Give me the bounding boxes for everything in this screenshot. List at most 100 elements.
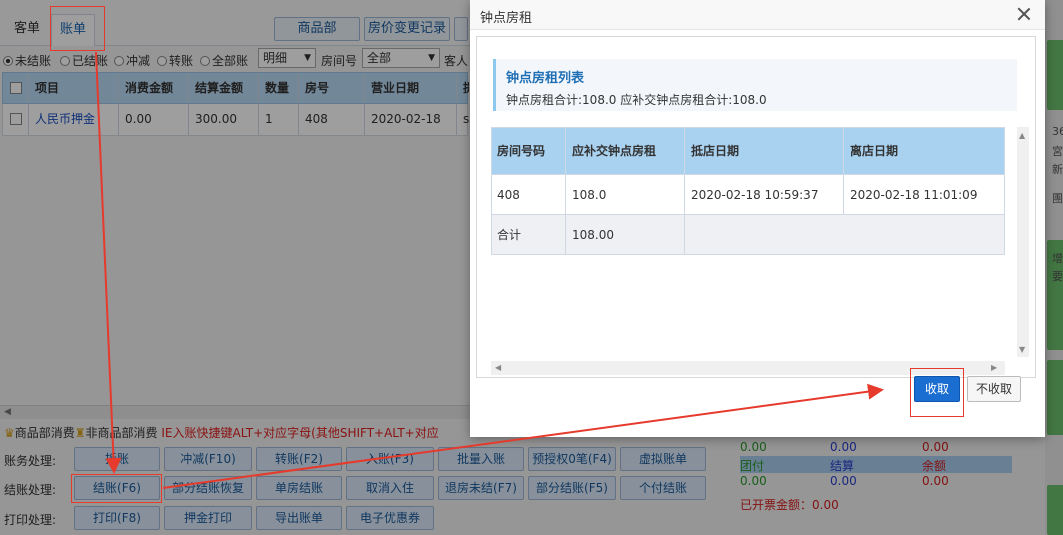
dropdown-caret-icon: ▼ [304,53,311,63]
export-bill-button[interactable]: 导出账单 [256,506,342,530]
partial-checkout-button[interactable]: 部分结账(F5) [528,476,616,500]
partial-checkout-restore-button[interactable]: 部分结账恢复 [164,476,252,500]
cell-item[interactable]: 人民币押金 [29,104,119,135]
transfer-button[interactable]: 转账(F2) [256,447,342,471]
balance-label: 余额 [922,459,947,473]
close-icon[interactable] [1015,5,1033,23]
side-tab-4[interactable] [1047,485,1063,535]
col-item[interactable]: 项目 [29,73,119,103]
table-row[interactable]: 408 108.0 2020-02-18 10:59:37 2020-02-18… [491,175,1005,215]
print-processing-label: 打印处理: [4,513,57,527]
checkout-button[interactable]: 结账(F6) [74,476,160,500]
total-empty-cell [685,215,1005,254]
scroll-down-icon[interactable]: ▼ [1019,345,1025,354]
scroll-up-icon[interactable]: ▲ [1019,131,1025,140]
cell-room-no: 408 [299,104,365,135]
side-text-3: 新 [1052,163,1063,176]
total-top-3: 0.00 [922,440,949,454]
table-header-row: 房间号码 应补交钟点房租 抵店日期 离店日期 [491,127,1005,175]
room-rate-change-log-button[interactable]: 房价变更记录 [364,17,450,41]
total-label: 合计 [491,215,566,254]
deposit-print-button[interactable]: 押金打印 [164,506,252,530]
checkout-processing-label: 结账处理: [4,483,57,497]
e-coupon-button[interactable]: 电子优惠券 [346,506,434,530]
total-value: 108.00 [566,215,685,254]
pre-auth-button[interactable]: 预授权0笔(F4) [528,447,616,471]
total-bottom-2: 0.00 [830,474,857,488]
table-vertical-scrollbar[interactable]: ▲ ▼ [1017,127,1029,357]
bill-filters: 未结账 已结账 冲减 转账 全部账 明细 ▼ 房间号 全部 ▼ 客人 [0,48,470,70]
virtual-bill-button[interactable]: 虚拟账单 [620,447,706,471]
offset-button[interactable]: 冲减(F10) [164,447,252,471]
row-select-cell[interactable] [3,104,29,135]
col-quantity[interactable]: 数量 [259,73,299,103]
tab-account-bill[interactable]: 账单 [51,14,96,46]
list-title: 钟点房租列表 [506,71,585,86]
scroll-right-icon[interactable]: ▶ [991,363,997,372]
select-all-cell[interactable] [3,73,29,103]
side-text-6: 要 [1052,270,1063,283]
filter-unsettled[interactable]: 未结账 [3,52,51,69]
goods-dept-button[interactable]: 商品部 [274,17,360,41]
dropdown-caret-icon: ▼ [428,53,435,63]
shortcut-hint: IE入账快捷键ALT+对应字母(其他SHIFT+ALT+对应 [161,426,439,440]
single-room-checkout-button[interactable]: 单房结账 [256,476,342,500]
group-pay-label: 团付 [740,459,765,473]
checkbox-icon[interactable] [10,113,22,125]
col-consume-amount[interactable]: 消费金额 [119,73,189,103]
split-bill-button[interactable]: 拆账 [74,447,160,471]
room-select[interactable]: 全部 ▼ [362,48,440,68]
checkout-unsettled-button[interactable]: 退房未结(F7) [438,476,524,500]
dialog-content-panel: 钟点房租列表 钟点房租合计:108.0 应补交钟点房租合计:108.0 房间号码… [476,36,1036,378]
filter-transfer[interactable]: 转账 [157,52,193,69]
col-settle-amount[interactable]: 结算金额 [189,73,259,103]
col-more[interactable]: 提 [457,73,469,103]
col-hourly-rent-due[interactable]: 应补交钟点房租 [566,127,685,174]
col-room-number[interactable]: 房间号码 [491,127,566,174]
hourly-rent-info-box: 钟点房租列表 钟点房租合计:108.0 应补交钟点房租合计:108.0 [493,59,1017,111]
total-top-2: 0.00 [830,440,857,454]
bill-grid-header: 项目 消费金额 结算金额 数量 房号 营业日期 提 [2,72,469,104]
cancel-checkin-button[interactable]: 取消入住 [346,476,434,500]
table-row[interactable]: 人民币押金 0.00 300.00 1 408 2020-02-18 s [2,104,469,136]
invoiced-amount: 已开票金额：0.00 [740,498,839,512]
radio-off-icon [114,56,124,66]
summary-text: 钟点房租合计:108.0 应补交钟点房租合计:108.0 [506,93,767,107]
table-horizontal-scrollbar[interactable]: ◀ ▶ [491,361,1005,375]
account-processing-label: 账务处理: [4,454,57,468]
post-charge-button[interactable]: 入账(F3) [346,447,434,471]
total-bottom-3: 0.00 [922,474,949,488]
cell-room-number: 408 [491,175,566,214]
cell-settle-amount: 300.00 [189,104,259,135]
side-tab-3[interactable] [1047,360,1063,435]
filter-offset[interactable]: 冲减 [114,52,150,69]
collect-button[interactable]: 收取 [914,376,960,402]
side-text-1: 36 [1052,125,1063,138]
individual-pay-checkout-button[interactable]: 个付结账 [620,476,706,500]
checkbox-icon[interactable] [10,82,22,94]
total-bottom-1: 0.00 [740,474,767,488]
not-collect-button[interactable]: 不收取 [967,376,1021,402]
col-departure-date[interactable]: 离店日期 [844,127,1005,174]
col-arrival-date[interactable]: 抵店日期 [685,127,844,174]
col-business-date[interactable]: 营业日期 [365,73,457,103]
legend-goods: 商品部消费 [14,426,75,440]
scroll-left-icon[interactable]: ◀ [4,407,11,417]
room-no-label: 房间号 [321,54,358,68]
detail-select[interactable]: 明细 ▼ [258,48,316,68]
side-text-5: 增 [1052,252,1063,265]
filter-all[interactable]: 全部账 [200,52,248,69]
print-button[interactable]: 打印(F8) [74,506,160,530]
scroll-left-icon[interactable]: ◀ [495,363,501,372]
more-top-button[interactable] [454,17,468,41]
filter-settled[interactable]: 已结账 [60,52,108,69]
col-room-no[interactable]: 房号 [299,73,365,103]
batch-post-button[interactable]: 批量入账 [438,447,524,471]
tab-guest-bill[interactable]: 客单 [6,14,48,46]
totals-label-row: 团付 结算 余额 [740,456,1012,473]
total-top-1: 0.00 [740,440,767,454]
side-text-4: 團 [1052,192,1063,205]
grid-horizontal-scrollbar[interactable]: ◀ [0,405,470,419]
bill-tabs: 客单 账单 商品部 房价变更记录 [0,0,470,46]
side-tab-1[interactable] [1047,40,1063,110]
